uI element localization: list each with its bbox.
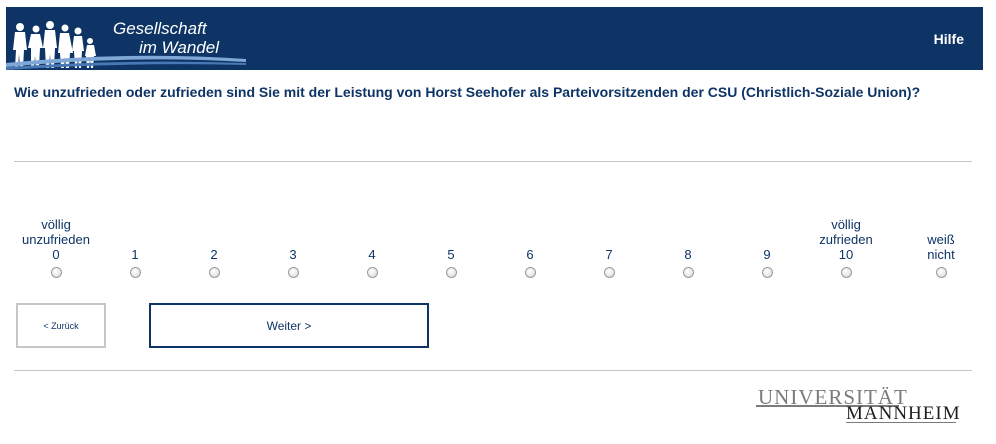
scale-label: 10 — [838, 247, 854, 262]
radio-button[interactable] — [603, 267, 615, 278]
scale-label: 5 — [447, 247, 455, 262]
radio-button[interactable] — [840, 267, 852, 278]
radio-button[interactable] — [682, 267, 694, 278]
radio-button[interactable] — [129, 267, 141, 278]
divider — [14, 161, 972, 162]
help-link[interactable]: Hilfe — [934, 31, 964, 47]
radio-button[interactable] — [445, 267, 457, 278]
back-button[interactable]: < Zurück — [16, 303, 106, 348]
radio-button[interactable] — [761, 267, 773, 278]
next-button[interactable]: Weiter > — [149, 303, 429, 348]
scale-option-1: 1 — [95, 211, 175, 281]
scale-label: 2 — [210, 247, 218, 262]
question-text: Wie unzufrieden oder zufrieden sind Sie … — [14, 84, 921, 100]
divider — [14, 370, 972, 371]
scale-option-3: 3 — [253, 211, 333, 281]
logo-wordmark: Gesellschaft im Wandel — [109, 19, 219, 57]
scale-label: 1 — [131, 247, 139, 262]
scale-option-0: völlig unzufrieden 0 — [16, 211, 96, 281]
rating-scale: völlig unzufrieden 0 1 2 3 4 5 6 7 8 9 v… — [16, 211, 976, 281]
scale-label: weiß nicht — [927, 232, 955, 262]
scale-option-6: 6 — [490, 211, 570, 281]
scale-option-8: 8 — [648, 211, 728, 281]
radio-button[interactable] — [366, 267, 378, 278]
scale-option-10: völlig zufrieden 10 — [806, 211, 886, 281]
scale-option-2: 2 — [174, 211, 254, 281]
scale-anchor-high: völlig zufrieden — [819, 217, 873, 247]
scale-option-9: 9 — [727, 211, 807, 281]
logo-rule — [846, 422, 956, 423]
scale-label: 9 — [763, 247, 771, 262]
radio-button[interactable] — [935, 267, 947, 278]
scale-label: 7 — [605, 247, 613, 262]
radio-button[interactable] — [287, 267, 299, 278]
scale-anchor-low: völlig unzufrieden — [22, 217, 90, 247]
scale-option-dont-know: weiß nicht — [901, 211, 981, 281]
scale-option-5: 5 — [411, 211, 491, 281]
radio-button[interactable] — [524, 267, 536, 278]
scale-label: 4 — [368, 247, 376, 262]
scale-label: 0 — [52, 247, 60, 262]
scale-option-4: 4 — [332, 211, 412, 281]
scale-option-7: 7 — [569, 211, 649, 281]
radio-button[interactable] — [208, 267, 220, 278]
logo-line-2: im Wandel — [139, 38, 219, 57]
scale-label: 8 — [684, 247, 692, 262]
logo-line-1: Gesellschaft — [113, 19, 207, 38]
scale-label: 6 — [526, 247, 534, 262]
scale-label: 3 — [289, 247, 297, 262]
survey-header: Gesellschaft im Wandel Hilfe — [6, 7, 983, 70]
university-logo: UNIVERSITÄT MANNHEIM — [756, 385, 961, 425]
radio-button[interactable] — [50, 267, 62, 278]
